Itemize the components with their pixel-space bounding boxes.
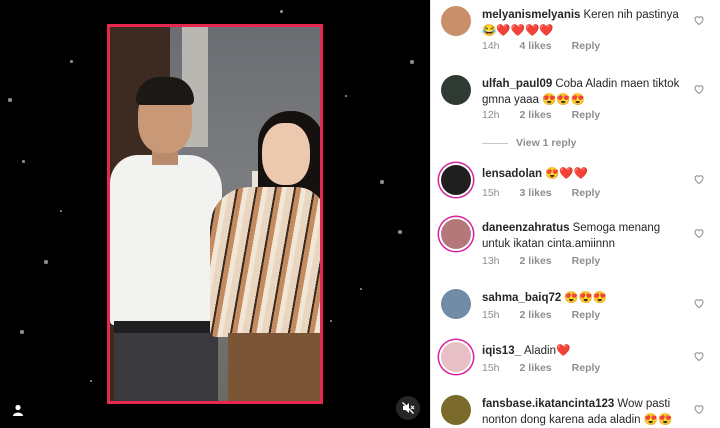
comment-body: lensadolan 😍❤️❤️: [482, 167, 682, 183]
comment-likes[interactable]: 2 likes: [520, 109, 552, 121]
comment-time: 15h: [482, 362, 500, 374]
comment-likes[interactable]: 2 likes: [520, 309, 552, 321]
comment-username[interactable]: melyanismelyanis: [482, 9, 580, 21]
comment-body: fansbase.ikatancinta123 Wow pasti nonton …: [482, 397, 682, 428]
comment-time: 14h: [482, 40, 500, 52]
avatar[interactable]: [441, 289, 471, 319]
comment-time: 12h: [482, 109, 500, 121]
star: [280, 10, 283, 13]
comment-username[interactable]: daneenzahratus: [482, 222, 570, 234]
comment-likes[interactable]: 3 likes: [520, 187, 552, 199]
star: [70, 60, 73, 63]
comment-body: melyanismelyanis Keren nih pastinya 😂❤️❤️…: [482, 8, 682, 39]
post-media[interactable]: [0, 0, 430, 428]
comment-body: sahma_baiq72 😍😍😍: [482, 291, 682, 307]
star: [90, 380, 92, 382]
comment-body: daneenzahratus Semoga menang untuk ikatan…: [482, 221, 682, 252]
comment-text: 😍😍😍: [564, 292, 608, 304]
heart-outline-icon[interactable]: [693, 297, 705, 309]
comment-username[interactable]: ulfah_paul09: [482, 78, 552, 90]
avatar[interactable]: [441, 342, 471, 372]
comment-body: iqis13_ Aladin❤️: [482, 344, 682, 360]
star: [410, 60, 414, 64]
man-figure: [110, 155, 222, 325]
comment-time: 13h: [482, 255, 500, 267]
comment-username[interactable]: sahma_baiq72: [482, 292, 561, 304]
comment-time: 15h: [482, 187, 500, 199]
comment-meta: 15h 2 likes Reply: [482, 309, 600, 321]
star: [380, 180, 384, 184]
heart-outline-icon[interactable]: [693, 173, 705, 185]
video-frame[interactable]: [107, 24, 323, 404]
comments-panel[interactable]: melyanismelyanis Keren nih pastinya 😂❤️❤️…: [430, 0, 720, 428]
reply-button[interactable]: Reply: [572, 255, 601, 267]
avatar[interactable]: [441, 219, 471, 249]
heart-outline-icon[interactable]: [693, 83, 705, 95]
comment-text: 😍❤️❤️: [545, 168, 589, 180]
woman-skirt: [228, 333, 320, 401]
star: [398, 230, 402, 234]
avatar[interactable]: [441, 395, 471, 425]
man-belt: [114, 321, 218, 333]
comment-meta: 12h 2 likes Reply: [482, 109, 600, 121]
star: [20, 330, 24, 334]
sound-off-icon[interactable]: [396, 396, 420, 420]
comment-time: 15h: [482, 309, 500, 321]
avatar[interactable]: [441, 165, 471, 195]
avatar[interactable]: [441, 6, 471, 36]
comment-text: Aladin❤️: [524, 345, 571, 357]
reply-button[interactable]: Reply: [572, 187, 601, 199]
reply-button[interactable]: Reply: [572, 362, 601, 374]
comment-meta: 15h 3 likes Reply: [482, 187, 600, 199]
reply-button[interactable]: Reply: [572, 40, 601, 52]
star: [360, 288, 362, 290]
star: [330, 320, 332, 322]
star: [60, 210, 62, 212]
woman-figure: [210, 187, 320, 337]
man-pants: [114, 333, 218, 401]
heart-outline-icon[interactable]: [693, 227, 705, 239]
reply-button[interactable]: Reply: [572, 109, 601, 121]
divider-line: [482, 142, 508, 144]
star: [44, 260, 48, 264]
comment-meta: 14h 4 likes Reply: [482, 40, 600, 52]
comment-meta: 15h 2 likes Reply: [482, 362, 600, 374]
man-hair: [136, 77, 194, 105]
comment-meta: 13h 2 likes Reply: [482, 255, 600, 267]
comment-likes[interactable]: 4 likes: [520, 40, 552, 52]
heart-outline-icon[interactable]: [693, 350, 705, 362]
comment-username[interactable]: lensadolan: [482, 168, 542, 180]
view-replies-button[interactable]: View 1 reply: [482, 137, 577, 149]
star: [8, 98, 12, 102]
comment-likes[interactable]: 2 likes: [520, 362, 552, 374]
heart-outline-icon[interactable]: [693, 403, 705, 415]
comment-username[interactable]: fansbase.ikatancinta123: [482, 398, 614, 410]
heart-outline-icon[interactable]: [693, 14, 705, 26]
reply-button[interactable]: Reply: [572, 309, 601, 321]
comment-body: ulfah_paul09 Coba Aladin maen tiktok gmna…: [482, 77, 682, 108]
comment-username[interactable]: iqis13_: [482, 345, 521, 357]
user-tag-icon[interactable]: [6, 398, 30, 422]
view-replies-label[interactable]: View 1 reply: [516, 137, 577, 149]
woman-face: [262, 123, 310, 185]
star: [22, 160, 25, 163]
star: [345, 95, 347, 97]
comment-likes[interactable]: 2 likes: [520, 255, 552, 267]
avatar[interactable]: [441, 75, 471, 105]
